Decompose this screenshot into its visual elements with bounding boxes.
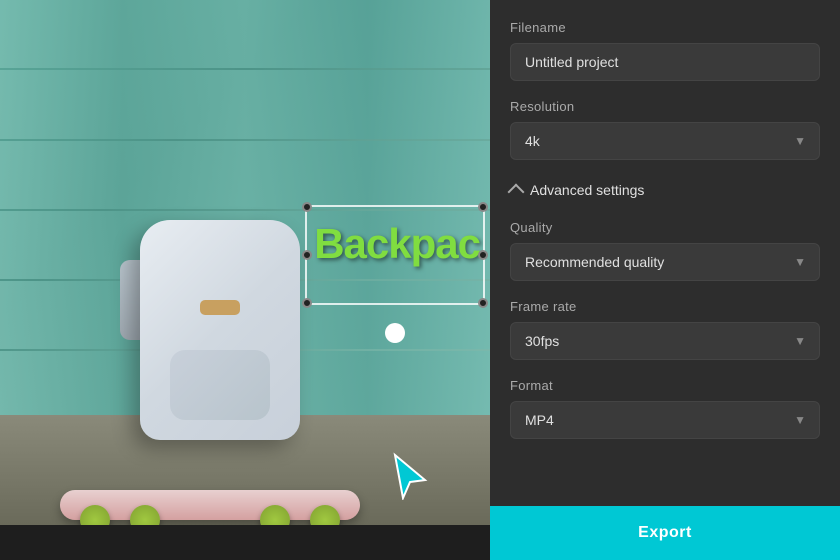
backpack-pocket (170, 350, 270, 420)
export-settings-panel: Filename Resolution 720p 1080p 4k 8k ▼ A… (490, 0, 840, 560)
resolution-group: Resolution 720p 1080p 4k 8k ▼ (510, 99, 820, 160)
filename-group: Filename (510, 20, 820, 81)
panel-content: Filename Resolution 720p 1080p 4k 8k ▼ A… (490, 0, 840, 506)
selection-box (305, 205, 485, 305)
quality-group: Quality Low quality Recommended quality … (510, 220, 820, 281)
frame-rate-select-wrapper: 24fps 30fps 60fps ▼ (510, 322, 820, 360)
backpack-body (140, 220, 300, 440)
handle-bottom-right[interactable] (478, 298, 488, 308)
chevron-up-icon (508, 183, 525, 200)
quality-label: Quality (510, 220, 820, 235)
handle-middle-right[interactable] (478, 250, 488, 260)
quality-select[interactable]: Low quality Recommended quality High qua… (510, 243, 820, 281)
format-label: Format (510, 378, 820, 393)
filename-label: Filename (510, 20, 820, 35)
frame-rate-select[interactable]: 24fps 30fps 60fps (510, 322, 820, 360)
advanced-settings-label: Advanced settings (530, 182, 644, 198)
timeline-bar (0, 525, 490, 560)
resolution-select[interactable]: 720p 1080p 4k 8k (510, 122, 820, 160)
handle-bottom-left[interactable] (302, 298, 312, 308)
advanced-settings-toggle[interactable]: Advanced settings (510, 178, 820, 202)
format-select-wrapper: MP4 MOV AVI GIF ▼ (510, 401, 820, 439)
handle-top-left[interactable] (302, 202, 312, 212)
video-preview-panel: Backpac (0, 0, 490, 560)
format-select[interactable]: MP4 MOV AVI GIF (510, 401, 820, 439)
format-group: Format MP4 MOV AVI GIF ▼ (510, 378, 820, 439)
handle-middle-left[interactable] (302, 250, 312, 260)
resolution-label: Resolution (510, 99, 820, 114)
resolution-select-wrapper: 720p 1080p 4k 8k ▼ (510, 122, 820, 160)
frame-rate-group: Frame rate 24fps 30fps 60fps ▼ (510, 299, 820, 360)
skateboard (60, 490, 360, 520)
backpack-buckle (200, 300, 240, 315)
quality-select-wrapper: Low quality Recommended quality High qua… (510, 243, 820, 281)
filename-input[interactable] (510, 43, 820, 81)
frame-rate-label: Frame rate (510, 299, 820, 314)
video-background: Backpac (0, 0, 490, 560)
rotation-handle[interactable] (385, 323, 405, 343)
export-button[interactable]: Export (490, 506, 840, 560)
handle-top-right[interactable] (478, 202, 488, 212)
